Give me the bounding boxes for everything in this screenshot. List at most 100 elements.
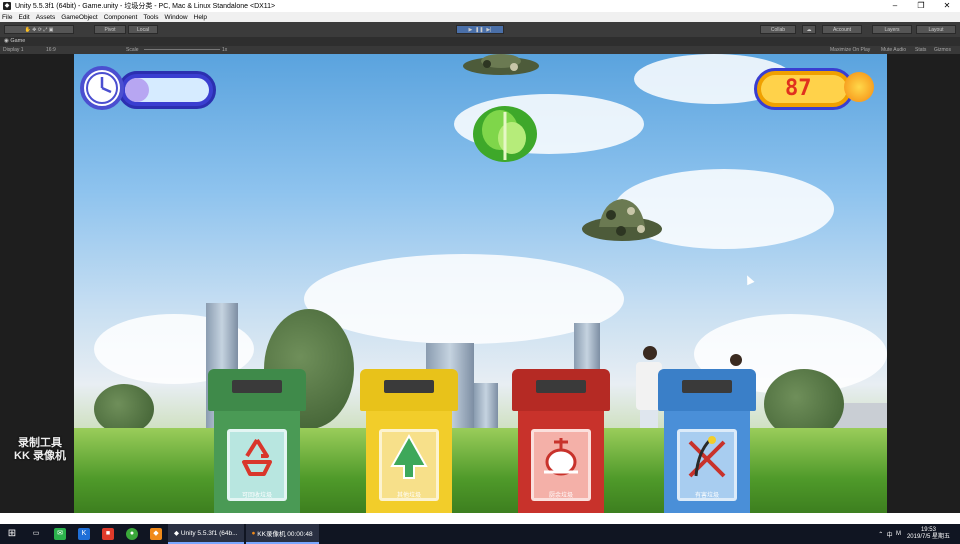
layout-label: Layout: [928, 26, 944, 33]
tray-clock[interactable]: 19:53 2019/7/5 星期五: [907, 527, 950, 541]
menu-gameobject[interactable]: GameObject: [61, 14, 98, 21]
app-red-icon[interactable]: ■: [102, 528, 114, 540]
unity-task-icon: ◆: [174, 530, 181, 537]
menu-window[interactable]: Window: [165, 14, 188, 21]
layers-label: Layers: [884, 26, 900, 33]
kk-icon[interactable]: K: [78, 528, 90, 540]
hazardous-waste-bin[interactable]: 有害垃圾: [658, 369, 756, 513]
bin-lid: [512, 369, 610, 411]
bin-lid: [208, 369, 306, 411]
pause-icon[interactable]: ❚❚: [475, 27, 483, 33]
aspect-dropdown[interactable]: 16:9: [46, 46, 56, 54]
taskbar: ⊞ ▭ ✉ K ■ ● ◆ ◆ Unity 5.5.3f1 (64b... ● …: [0, 524, 960, 544]
mute-audio-toggle[interactable]: Mute Audio: [881, 46, 906, 54]
layout-dropdown[interactable]: Layout: [916, 25, 956, 34]
transform-tools[interactable]: ✋ ✥ ⟳ ⤢ ▣: [4, 25, 74, 34]
task-view-icon[interactable]: ▭: [30, 528, 42, 540]
app-green-icon[interactable]: ●: [126, 528, 138, 540]
menu-assets[interactable]: Assets: [36, 14, 56, 21]
scale-tool-icon[interactable]: ⤢: [43, 27, 47, 33]
editor-toolbar: ✋ ✥ ⟳ ⤢ ▣ Pivot Local ▶ ❚❚ ▶| Collab ☁ A…: [0, 22, 960, 37]
system-tray: ⌃ 中 M 19:53 2019/7/5 星期五: [878, 524, 960, 544]
pivot-toggle[interactable]: Pivot: [94, 25, 126, 34]
window-controls: – ❐ ✕: [882, 0, 960, 12]
maximize-button[interactable]: ❐: [908, 0, 934, 12]
other-waste-bin[interactable]: 其他垃圾: [360, 369, 458, 513]
rotate-tool-icon[interactable]: ⟳: [38, 27, 42, 33]
sun-icon: [844, 72, 874, 102]
camouflage-hat-item[interactable]: [581, 195, 663, 245]
close-button[interactable]: ✕: [934, 0, 960, 12]
timer-hud: [80, 66, 216, 112]
menu-bar: File Edit Assets GameObject Component To…: [0, 12, 960, 22]
stats-toggle[interactable]: Stats: [915, 46, 926, 54]
taskbar-item-kk-label: KK录像机 00:00:48: [257, 531, 313, 538]
tray-date: 2019/7/5 星期五: [906, 534, 950, 540]
bin-slot: [682, 380, 732, 393]
pivot-label: Pivot: [104, 26, 116, 33]
maximize-on-play-toggle[interactable]: Maximize On Play: [830, 46, 870, 54]
collab-label: Collab: [770, 26, 786, 33]
timer-bar: [118, 71, 216, 109]
menu-tools[interactable]: Tools: [143, 14, 158, 21]
rect-tool-icon[interactable]: ▣: [49, 27, 54, 33]
tree: [94, 384, 154, 434]
bin-body: 有害垃圾: [664, 411, 750, 513]
layers-dropdown[interactable]: Layers: [872, 25, 912, 34]
move-tool-icon[interactable]: ✥: [32, 27, 36, 33]
step-icon[interactable]: ▶|: [486, 27, 491, 33]
grass-ground: [74, 428, 887, 513]
display-dropdown[interactable]: Display 1: [3, 46, 24, 54]
watermark-line1: 录制工具: [17, 437, 62, 449]
hand-tool-icon[interactable]: ✋: [25, 27, 31, 33]
menu-help[interactable]: Help: [194, 14, 207, 21]
windows-start-icon[interactable]: ⊞: [6, 528, 18, 540]
window-title: Unity 5.5.3f1 (64bit) - Game.unity - 垃圾分…: [15, 3, 276, 10]
game-tab-label: Game: [10, 38, 26, 44]
local-toggle[interactable]: Local: [128, 25, 158, 34]
score-hud: 87: [754, 68, 854, 110]
account-dropdown[interactable]: Account: [822, 25, 862, 34]
taskbar-item-kk-recorder[interactable]: ● KK录像机 00:00:48: [245, 524, 319, 544]
scale-label: Scale: [126, 47, 139, 53]
bin-body: 其他垃圾: [366, 411, 452, 513]
account-label: Account: [832, 26, 852, 33]
play-icon[interactable]: ▶: [469, 27, 473, 33]
camouflage-hat-item[interactable]: [462, 54, 540, 76]
taskbar-item-unity-label: Unity 5.5.3f1 (64b...: [180, 529, 238, 537]
bin-body: 厨余垃圾: [518, 411, 604, 513]
wechat-icon[interactable]: ✉: [54, 528, 66, 540]
gizmos-dropdown[interactable]: Gizmos: [934, 46, 951, 54]
menu-file[interactable]: File: [2, 14, 12, 21]
kitchen-waste-bin[interactable]: 厨余垃圾: [512, 369, 610, 513]
watermark-line2: KK 录像机: [14, 450, 66, 462]
tray-time: 19:53: [920, 527, 936, 533]
cloud-icon[interactable]: ☁: [802, 25, 816, 34]
clock-icon: [80, 66, 124, 110]
menu-component[interactable]: Component: [104, 14, 138, 21]
game-tab[interactable]: ◉ Game: [0, 37, 960, 46]
play-controls[interactable]: ▶ ❚❚ ▶|: [456, 25, 504, 34]
lettuce-item[interactable]: [470, 102, 540, 164]
minimize-button[interactable]: –: [882, 0, 908, 12]
local-label: Local: [137, 26, 149, 33]
tray-chevron-icon[interactable]: ⌃: [878, 531, 886, 538]
game-view-controls: Display 1 16:9 Scale 1x Maximize On Play…: [0, 46, 960, 54]
collab-button[interactable]: Collab: [760, 25, 796, 34]
timer-fill: [125, 78, 149, 102]
scale-value: 1x: [222, 47, 228, 53]
bin-lid: [360, 369, 458, 411]
bin-lid: [658, 369, 756, 411]
bin-label: 有害垃圾: [694, 493, 719, 499]
bin-label: 厨余垃圾: [548, 493, 573, 499]
game-scene[interactable]: 87 可回收垃圾 其他垃圾 厨余垃圾 有害垃圾: [74, 54, 887, 513]
bin-slot: [384, 380, 434, 393]
ime-icon[interactable]: M: [893, 531, 901, 537]
taskbar-item-unity[interactable]: ◆ Unity 5.5.3f1 (64b...: [168, 524, 244, 544]
app-orange-icon[interactable]: ◆: [150, 528, 162, 540]
menu-edit[interactable]: Edit: [18, 14, 29, 21]
recyclable-bin[interactable]: 可回收垃圾: [208, 369, 306, 513]
recorder-watermark: 录制工具 KK 录像机: [14, 437, 66, 463]
bin-label: 其他垃圾: [396, 493, 421, 499]
scale-slider[interactable]: [144, 49, 220, 50]
